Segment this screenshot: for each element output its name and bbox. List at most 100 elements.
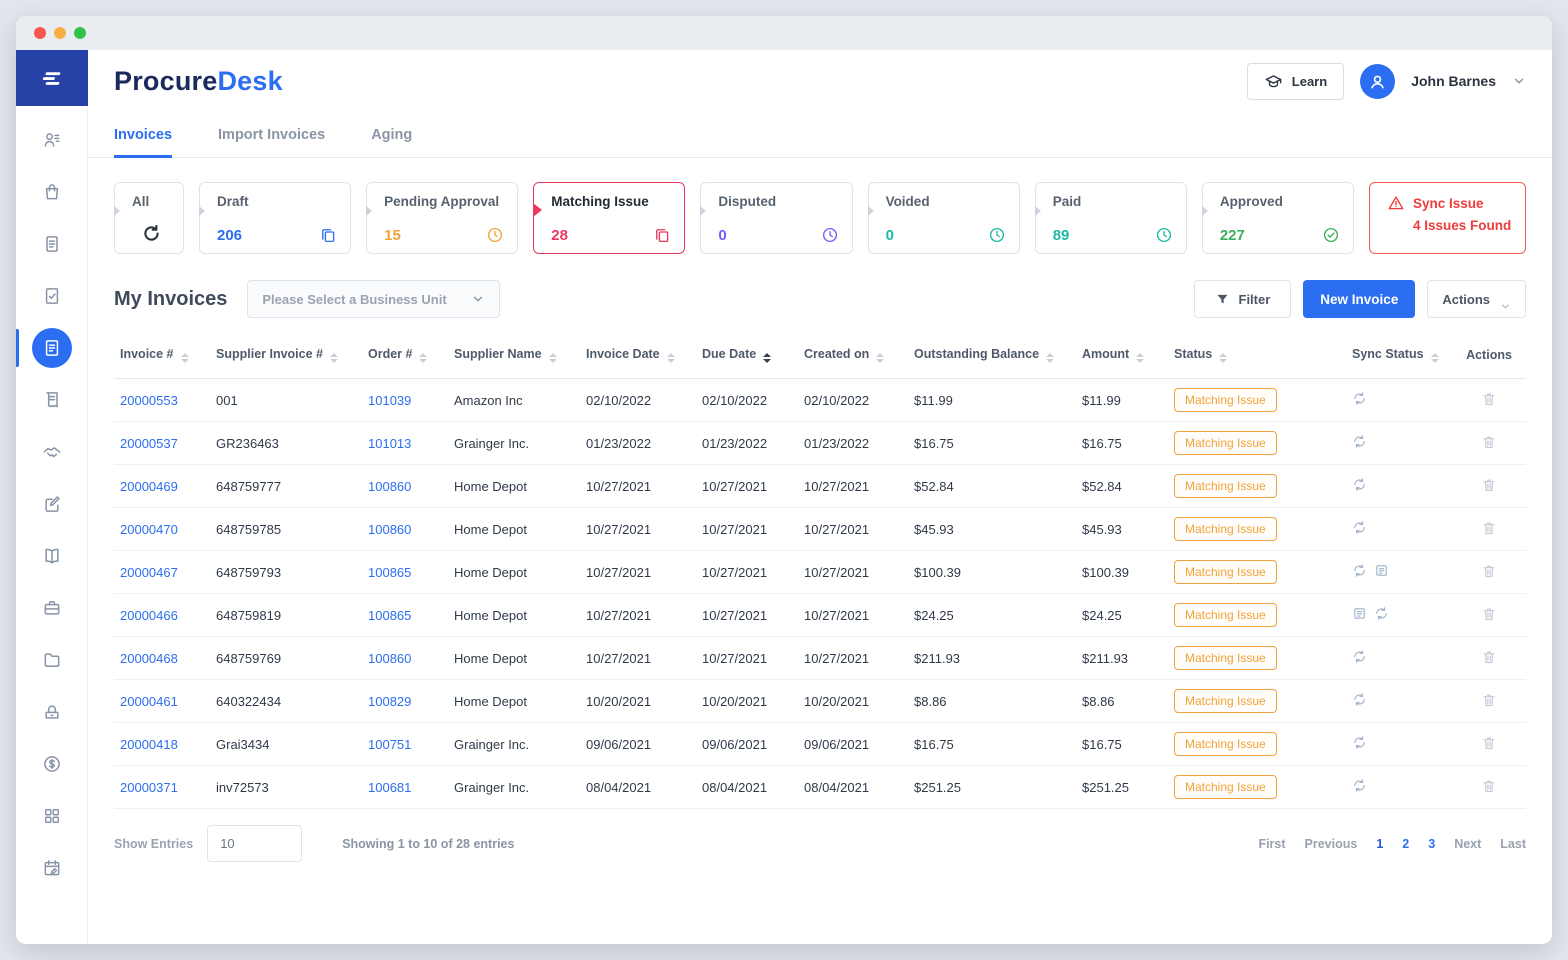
column-header-sync-status[interactable]: Sync Status bbox=[1346, 332, 1452, 379]
column-header-created-on[interactable]: Created on bbox=[798, 332, 908, 379]
status-card-all[interactable]: All bbox=[114, 182, 184, 254]
order-number-link[interactable]: 100860 bbox=[368, 651, 411, 666]
document-icon[interactable] bbox=[1352, 606, 1367, 621]
order-number-link[interactable]: 100829 bbox=[368, 694, 411, 709]
sidebar-item-folder[interactable] bbox=[16, 638, 87, 682]
sort-arrows-icon[interactable] bbox=[548, 353, 557, 363]
sync-icon[interactable] bbox=[1352, 477, 1367, 492]
order-number-link[interactable]: 100860 bbox=[368, 522, 411, 537]
column-header-actions[interactable]: Actions bbox=[1452, 332, 1526, 379]
trash-icon[interactable] bbox=[1481, 692, 1497, 708]
tab-import-invoices[interactable]: Import Invoices bbox=[218, 112, 325, 157]
procuredesk-logo-mark[interactable] bbox=[16, 50, 88, 106]
sort-arrows-icon[interactable] bbox=[1219, 353, 1228, 363]
sort-arrows-icon[interactable] bbox=[1046, 353, 1055, 363]
column-header-due-date[interactable]: Due Date bbox=[696, 332, 798, 379]
chevron-down-icon[interactable] bbox=[1512, 74, 1526, 88]
invoice-number-link[interactable]: 20000461 bbox=[120, 694, 178, 709]
sidebar-item-invoices[interactable] bbox=[16, 326, 87, 370]
column-header-status[interactable]: Status bbox=[1168, 332, 1346, 379]
sync-icon[interactable] bbox=[1352, 563, 1367, 578]
sidebar-item-purchase-order[interactable] bbox=[16, 222, 87, 266]
sort-arrows-icon[interactable] bbox=[329, 353, 338, 363]
invoice-number-link[interactable]: 20000468 bbox=[120, 651, 178, 666]
sidebar-item-apps-grid[interactable] bbox=[16, 794, 87, 838]
sidebar-item-currency[interactable] bbox=[16, 742, 87, 786]
document-icon[interactable] bbox=[1374, 563, 1389, 578]
invoice-number-link[interactable]: 20000418 bbox=[120, 737, 178, 752]
sync-icon[interactable] bbox=[1352, 391, 1367, 406]
sync-icon[interactable] bbox=[1352, 434, 1367, 449]
invoice-number-link[interactable]: 20000371 bbox=[120, 780, 178, 795]
trash-icon[interactable] bbox=[1481, 649, 1497, 665]
new-invoice-button[interactable]: New Invoice bbox=[1303, 280, 1416, 318]
page-number-2[interactable]: 2 bbox=[1402, 837, 1409, 851]
first-page-link[interactable]: First bbox=[1258, 837, 1285, 851]
last-page-link[interactable]: Last bbox=[1500, 837, 1526, 851]
invoice-number-link[interactable]: 20000469 bbox=[120, 479, 178, 494]
invoice-number-link[interactable]: 20000470 bbox=[120, 522, 178, 537]
user-name[interactable]: John Barnes bbox=[1411, 73, 1496, 89]
learn-button[interactable]: Learn bbox=[1246, 62, 1345, 100]
invoice-number-link[interactable]: 20000553 bbox=[120, 393, 178, 408]
status-card-sync-issue[interactable]: Sync Issue 4 Issues Found bbox=[1368, 182, 1526, 254]
sidebar-item-shopping-bag[interactable] bbox=[16, 170, 87, 214]
status-card-approved[interactable]: Approved 227 bbox=[1201, 182, 1354, 254]
sort-arrows-icon[interactable] bbox=[180, 353, 189, 363]
order-number-link[interactable]: 100681 bbox=[368, 780, 411, 795]
sidebar-item-scale[interactable] bbox=[16, 690, 87, 734]
sync-icon[interactable] bbox=[1374, 606, 1389, 621]
actions-button[interactable]: Actions bbox=[1427, 280, 1526, 318]
column-header-invoice-[interactable]: Invoice # bbox=[114, 332, 210, 379]
close-button[interactable] bbox=[34, 27, 46, 39]
sort-arrows-icon[interactable] bbox=[1136, 353, 1145, 363]
sidebar-item-document-check[interactable] bbox=[16, 274, 87, 318]
page-number-3[interactable]: 3 bbox=[1428, 837, 1435, 851]
order-number-link[interactable]: 100865 bbox=[368, 608, 411, 623]
minimize-button[interactable] bbox=[54, 27, 66, 39]
status-card-pending-approval[interactable]: Pending Approval 15 bbox=[366, 182, 519, 254]
sidebar-item-handshake[interactable] bbox=[16, 430, 87, 474]
business-unit-select[interactable]: Please Select a Business Unit bbox=[247, 280, 500, 318]
sync-icon[interactable] bbox=[1352, 520, 1367, 535]
trash-icon[interactable] bbox=[1481, 778, 1497, 794]
sidebar-item-toolbox[interactable] bbox=[16, 586, 87, 630]
trash-icon[interactable] bbox=[1481, 606, 1497, 622]
zoom-button[interactable] bbox=[74, 27, 86, 39]
tab-invoices[interactable]: Invoices bbox=[114, 112, 173, 158]
sync-icon[interactable] bbox=[1352, 692, 1367, 707]
order-number-link[interactable]: 101013 bbox=[368, 436, 411, 451]
sync-icon[interactable] bbox=[1352, 649, 1367, 664]
status-card-draft[interactable]: Draft 206 bbox=[199, 182, 352, 254]
filter-button[interactable]: Filter bbox=[1193, 280, 1292, 318]
order-number-link[interactable]: 101039 bbox=[368, 393, 411, 408]
order-number-link[interactable]: 100751 bbox=[368, 737, 411, 752]
status-card-matching-issue[interactable]: Matching Issue 28 bbox=[533, 182, 686, 254]
sort-arrows-icon[interactable] bbox=[763, 353, 772, 363]
sort-arrows-icon[interactable] bbox=[419, 353, 428, 363]
user-avatar[interactable] bbox=[1360, 63, 1396, 99]
status-card-disputed[interactable]: Disputed 0 bbox=[700, 182, 853, 254]
previous-page-link[interactable]: Previous bbox=[1305, 837, 1358, 851]
page-number-1[interactable]: 1 bbox=[1376, 837, 1383, 851]
sidebar-item-calendar-edit[interactable] bbox=[16, 846, 87, 890]
invoice-number-link[interactable]: 20000466 bbox=[120, 608, 178, 623]
sidebar-item-document-edit[interactable] bbox=[16, 482, 87, 526]
sidebar-item-catalog[interactable] bbox=[16, 534, 87, 578]
invoice-number-link[interactable]: 20000467 bbox=[120, 565, 178, 580]
invoice-number-link[interactable]: 20000537 bbox=[120, 436, 178, 451]
column-header-outstanding-balance[interactable]: Outstanding Balance bbox=[908, 332, 1076, 379]
sort-arrows-icon[interactable] bbox=[666, 353, 675, 363]
tab-aging[interactable]: Aging bbox=[371, 112, 412, 157]
status-card-voided[interactable]: Voided 0 bbox=[867, 182, 1020, 254]
column-header-supplier-invoice-[interactable]: Supplier Invoice # bbox=[210, 332, 362, 379]
column-header-supplier-name[interactable]: Supplier Name bbox=[448, 332, 580, 379]
trash-icon[interactable] bbox=[1481, 434, 1497, 450]
sidebar-item-receipt[interactable] bbox=[16, 378, 87, 422]
trash-icon[interactable] bbox=[1481, 520, 1497, 536]
sidebar-item-users[interactable] bbox=[16, 118, 87, 162]
column-header-amount[interactable]: Amount bbox=[1076, 332, 1168, 379]
sync-icon[interactable] bbox=[1352, 735, 1367, 750]
trash-icon[interactable] bbox=[1481, 477, 1497, 493]
sort-arrows-icon[interactable] bbox=[876, 353, 885, 363]
